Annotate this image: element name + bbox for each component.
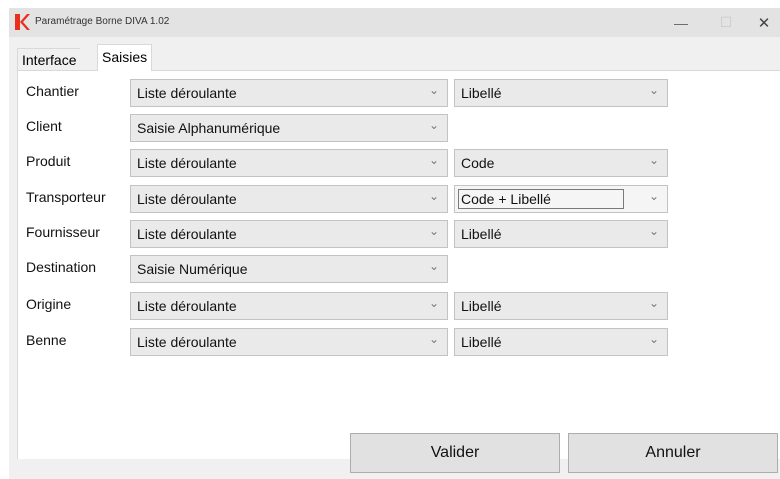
- chevron-down-icon: ⌄: [428, 83, 439, 97]
- destination-mode-select[interactable]: Saisie Numérique ⌄: [130, 255, 448, 283]
- window-title: Paramétrage Borne DIVA 1.02: [35, 16, 170, 27]
- client-mode-select[interactable]: Saisie Alphanumérique ⌄: [130, 114, 448, 142]
- fournisseur-display-value: Libellé: [461, 226, 502, 242]
- field-label-benne: Benne: [26, 332, 67, 348]
- benne-display-value: Libellé: [461, 334, 502, 350]
- transporteur-display-select[interactable]: Code + Libellé ⌄: [454, 185, 668, 213]
- origine-display-select[interactable]: Libellé ⌄: [454, 292, 668, 320]
- benne-display-select[interactable]: Libellé ⌄: [454, 328, 668, 356]
- benne-mode-value: Liste déroulante: [137, 334, 237, 350]
- fournisseur-mode-value: Liste déroulante: [137, 226, 237, 242]
- origine-mode-value: Liste déroulante: [137, 298, 237, 314]
- chevron-down-icon: ⌄: [428, 189, 439, 203]
- chevron-down-icon: ⌄: [648, 296, 659, 310]
- fournisseur-mode-select[interactable]: Liste déroulante ⌄: [130, 220, 448, 248]
- transporteur-mode-select[interactable]: Liste déroulante ⌄: [130, 185, 448, 213]
- fournisseur-display-select[interactable]: Libellé ⌄: [454, 220, 668, 248]
- chevron-down-icon: ⌄: [428, 118, 439, 132]
- chevron-down-icon: ⌄: [648, 153, 659, 167]
- origine-mode-select[interactable]: Liste déroulante ⌄: [130, 292, 448, 320]
- destination-mode-value: Saisie Numérique: [137, 261, 248, 277]
- chantier-display-value: Libellé: [461, 85, 502, 101]
- field-label-transporteur: Transporteur: [26, 189, 106, 205]
- field-label-origine: Origine: [26, 296, 72, 312]
- field-label-fournisseur: Fournisseur: [26, 224, 100, 240]
- produit-mode-select[interactable]: Liste déroulante ⌄: [130, 149, 448, 177]
- produit-display-select[interactable]: Code ⌄: [454, 149, 668, 177]
- chantier-mode-select[interactable]: Liste déroulante ⌄: [130, 79, 448, 107]
- chantier-mode-value: Liste déroulante: [137, 85, 237, 101]
- maximize-button[interactable]: ☐: [709, 8, 743, 37]
- close-button[interactable]: ✕: [747, 8, 780, 37]
- validate-button[interactable]: Valider: [350, 433, 560, 473]
- tab-interface[interactable]: Interface: [17, 48, 81, 71]
- origine-display-value: Libellé: [461, 298, 502, 314]
- minimize-button[interactable]: —: [664, 8, 698, 37]
- field-label-chantier: Chantier: [26, 83, 79, 99]
- chevron-down-icon: ⌄: [428, 296, 439, 310]
- benne-mode-select[interactable]: Liste déroulante ⌄: [130, 328, 448, 356]
- k-logo-icon: [15, 14, 30, 30]
- cancel-button[interactable]: Annuler: [568, 433, 778, 473]
- chevron-down-icon: ⌄: [428, 224, 439, 238]
- field-label-destination: Destination: [26, 259, 97, 275]
- chevron-down-icon: ⌄: [648, 224, 659, 238]
- chevron-down-icon: ⌄: [648, 83, 659, 97]
- tab-saisies[interactable]: Saisies: [97, 44, 153, 71]
- chevron-down-icon: ⌄: [428, 259, 439, 273]
- chevron-down-icon: ⌄: [648, 189, 659, 203]
- title-bar: Paramétrage Borne DIVA 1.02 — ☐ ✕: [9, 8, 780, 37]
- chantier-display-select[interactable]: Libellé ⌄: [454, 79, 668, 107]
- transporteur-display-value: Code + Libellé: [461, 191, 551, 207]
- chevron-down-icon: ⌄: [648, 332, 659, 346]
- produit-display-value: Code: [461, 155, 495, 171]
- produit-mode-value: Liste déroulante: [137, 155, 237, 171]
- field-label-produit: Produit: [26, 153, 71, 169]
- client-mode-value: Saisie Alphanumérique: [137, 120, 281, 136]
- transporteur-mode-value: Liste déroulante: [137, 191, 237, 207]
- chevron-down-icon: ⌄: [428, 153, 439, 167]
- chevron-down-icon: ⌄: [428, 332, 439, 346]
- field-label-client: Client: [26, 118, 62, 134]
